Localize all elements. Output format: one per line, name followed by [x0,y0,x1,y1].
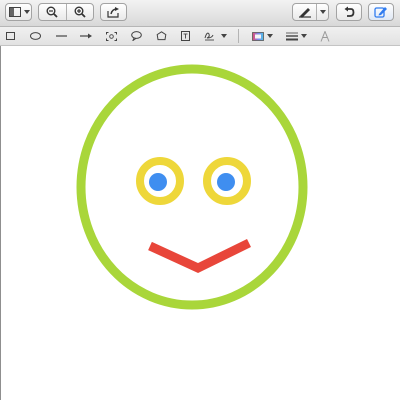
loupe-button[interactable] [104,29,118,43]
share-button[interactable] [100,3,127,21]
zoom-out-icon [46,6,58,18]
zoom-out-button[interactable] [39,4,66,20]
loupe-icon [105,31,117,41]
line-shape-button[interactable] [54,29,68,43]
line-style-icon [285,32,298,40]
smiley-drawing [76,64,308,310]
chevron-down-icon [220,34,227,38]
chevron-down-icon [23,4,31,20]
rectangle-icon [5,32,15,40]
right-eye-pupil[interactable] [217,173,235,191]
signature-icon [204,32,214,41]
markup-separator [238,29,239,43]
speech-bubble-button[interactable] [129,29,143,43]
arrow-icon [80,33,92,39]
text-style-button[interactable] [318,29,332,43]
rotate-icon [337,4,361,20]
share-icon [101,4,126,20]
arrow-shape-button[interactable] [79,29,93,43]
main-toolbar [0,0,400,27]
star-shape-button[interactable] [154,29,168,43]
chevron-down-icon [317,4,328,20]
mouth-stroke[interactable] [148,238,251,273]
chevron-down-icon [266,34,273,38]
text-box-button[interactable] [178,29,192,43]
text-style-icon [320,30,330,42]
markup-toolbar-button[interactable] [368,3,394,21]
zoom-control [38,3,94,21]
speech-bubble-icon [130,31,142,41]
pen-markup-icon [293,4,316,20]
sidebar-view-button[interactable] [5,3,32,21]
zoom-in-button[interactable] [67,4,94,20]
star-icon [156,30,166,40]
sidebar-view-icon [6,4,23,20]
line-icon [55,35,67,37]
text-box-icon [180,31,190,41]
document-canvas[interactable] [1,46,400,400]
zoom-in-icon [74,6,86,18]
markup-toolbar-icon [369,4,393,20]
markup-bar [0,27,400,46]
border-color-icon [251,31,264,41]
oval-shape-button[interactable] [27,29,43,43]
rotate-button[interactable] [336,3,362,21]
left-eye-pupil[interactable] [149,173,167,191]
signature-button[interactable] [202,29,228,43]
oval-icon [29,32,41,40]
line-style-button[interactable] [284,29,308,43]
chevron-down-icon [300,34,307,38]
pen-markup-button[interactable] [292,3,329,21]
border-color-button[interactable] [249,29,275,43]
rectangle-shape-button[interactable] [4,29,16,43]
